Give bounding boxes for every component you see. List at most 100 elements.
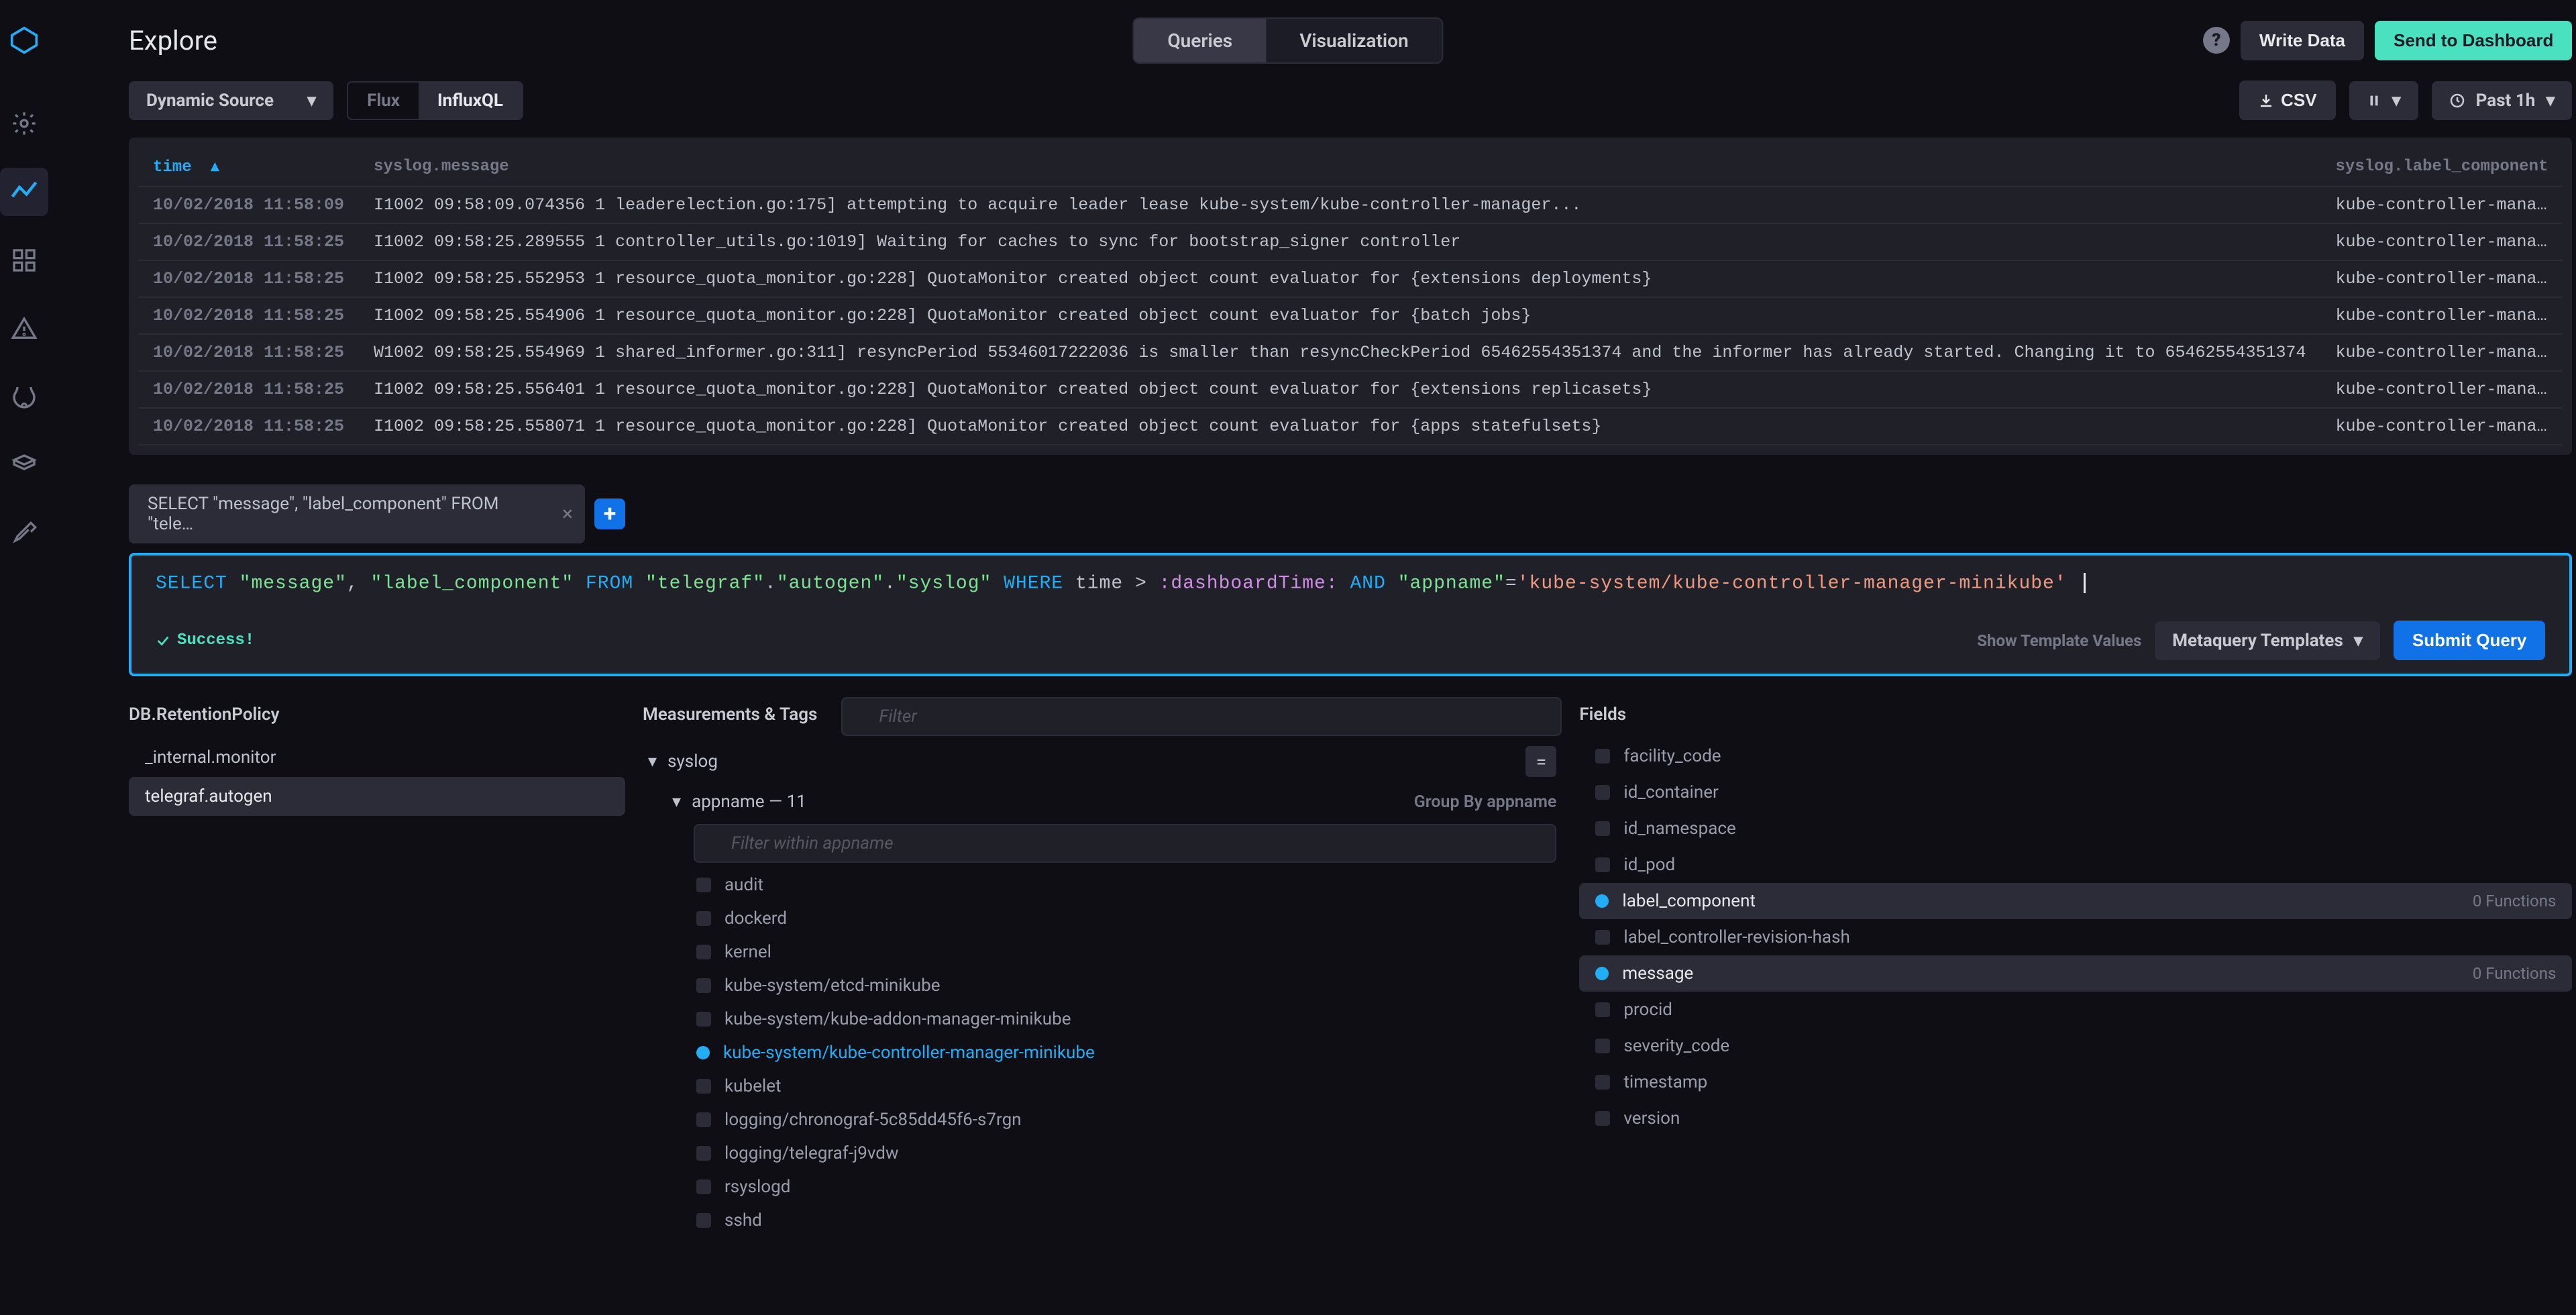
checkbox-icon bbox=[696, 1112, 711, 1127]
page-title: Explore bbox=[129, 25, 217, 56]
field-item[interactable]: id_namespace bbox=[1579, 810, 2572, 847]
results-table: time ▴ syslog.message syslog.label_compo… bbox=[129, 138, 2572, 455]
field-item[interactable]: label_component0 Functions bbox=[1579, 883, 2572, 919]
functions-count[interactable]: 0 Functions bbox=[2473, 892, 2557, 910]
col-component[interactable]: syslog.label_component bbox=[2321, 147, 2563, 187]
nav-logs-icon[interactable] bbox=[0, 373, 48, 421]
tag-value-item[interactable]: sshd bbox=[643, 1204, 1562, 1237]
col-message[interactable]: syslog.message bbox=[359, 147, 2320, 187]
db-item[interactable]: _internal.monitor bbox=[129, 738, 625, 777]
help-icon[interactable]: ? bbox=[2203, 27, 2230, 54]
visualization-tab[interactable]: Visualization bbox=[1266, 19, 1442, 62]
download-icon bbox=[2258, 93, 2274, 109]
query-language-toggle: Flux InfluxQL bbox=[347, 81, 523, 120]
checkbox-icon bbox=[696, 911, 711, 926]
table-row[interactable]: 10/02/2018 11:58:25I1002 09:58:25.552953… bbox=[138, 260, 2563, 297]
checkbox-icon bbox=[1595, 821, 1610, 836]
checkbox-icon bbox=[1595, 857, 1610, 872]
field-item[interactable]: facility_code bbox=[1579, 738, 2572, 774]
checkbox-icon bbox=[696, 1179, 711, 1194]
measurement-row[interactable]: ▾ syslog = bbox=[643, 738, 1562, 785]
query-tab[interactable]: SELECT "message", "label_component" FROM… bbox=[129, 484, 585, 543]
chevron-down-icon: ▾ bbox=[307, 91, 316, 111]
nav-explore-icon[interactable] bbox=[0, 168, 48, 216]
checkbox-icon bbox=[1595, 930, 1610, 945]
table-row[interactable]: 10/02/2018 11:58:25I1002 09:58:25.558071… bbox=[138, 408, 2563, 445]
time-range-dropdown[interactable]: Past 1h ▾ bbox=[2432, 81, 2573, 120]
nav-dashboards-icon[interactable] bbox=[0, 236, 48, 284]
field-item[interactable]: severity_code bbox=[1579, 1028, 2572, 1064]
checkbox-icon bbox=[1595, 1111, 1610, 1126]
influxql-option[interactable]: InfluxQL bbox=[419, 83, 522, 119]
checkbox-icon bbox=[1595, 749, 1610, 764]
checkbox-icon bbox=[1595, 1002, 1610, 1017]
field-item[interactable]: version bbox=[1579, 1100, 2572, 1137]
nav-admin-icon[interactable] bbox=[0, 441, 48, 490]
selected-dot-icon bbox=[1595, 894, 1609, 908]
table-row[interactable]: 10/02/2018 11:58:25I1002 09:58:25.289555… bbox=[138, 223, 2563, 260]
tag-value-item[interactable]: kube-system/kube-controller-manager-mini… bbox=[643, 1036, 1562, 1069]
checkbox-icon bbox=[1595, 1039, 1610, 1053]
tag-value-item[interactable]: rsyslogd bbox=[643, 1170, 1562, 1204]
table-row[interactable]: 10/02/2018 11:58:25I1002 09:58:25.554906… bbox=[138, 297, 2563, 334]
close-icon[interactable]: × bbox=[562, 503, 573, 526]
write-data-button[interactable]: Write Data bbox=[2241, 21, 2364, 60]
checkbox-icon bbox=[696, 1213, 711, 1228]
nav-host-icon[interactable] bbox=[0, 99, 48, 148]
nav-config-icon[interactable] bbox=[0, 510, 48, 558]
fields-panel: Fields facility_codeid_containerid_names… bbox=[1579, 695, 2572, 1315]
caret-down-icon: ▾ bbox=[648, 751, 657, 772]
source-dropdown[interactable]: Dynamic Source ▾ bbox=[129, 81, 333, 120]
table-row[interactable]: 10/02/2018 11:58:25W1002 09:58:25.554969… bbox=[138, 334, 2563, 371]
field-item[interactable]: timestamp bbox=[1579, 1064, 2572, 1100]
db-item[interactable]: telegraf.autogen bbox=[129, 777, 625, 816]
add-query-button[interactable]: + bbox=[594, 498, 625, 529]
metaquery-dropdown[interactable]: Metaquery Templates ▾ bbox=[2155, 621, 2380, 660]
field-item[interactable]: id_container bbox=[1579, 774, 2572, 810]
tag-value-item[interactable]: kernel bbox=[643, 935, 1562, 969]
tag-value-item[interactable]: kube-system/kube-addon-manager-minikube bbox=[643, 1002, 1562, 1036]
table-row[interactable]: 10/02/2018 11:58:25I1002 09:58:25.556401… bbox=[138, 371, 2563, 408]
table-row[interactable]: 10/02/2018 11:58:09I1002 09:58:09.074356… bbox=[138, 187, 2563, 223]
checkbox-icon bbox=[696, 1012, 711, 1027]
chevron-down-icon: ▾ bbox=[2546, 91, 2555, 111]
tag-value-item[interactable]: audit bbox=[643, 868, 1562, 902]
equals-button[interactable]: = bbox=[1525, 746, 1556, 777]
checkbox-icon bbox=[696, 878, 711, 892]
checkbox-icon bbox=[696, 945, 711, 959]
queries-tab[interactable]: Queries bbox=[1134, 19, 1266, 62]
measurements-panel: Measurements & Tags ▾ syslog = bbox=[625, 695, 1579, 1315]
group-by-button[interactable]: Group By appname bbox=[1414, 792, 1557, 812]
field-item[interactable]: id_pod bbox=[1579, 847, 2572, 883]
measurements-filter-input[interactable] bbox=[841, 697, 1562, 736]
tag-value-item[interactable]: logging/telegraf-j9vdw bbox=[643, 1137, 1562, 1170]
field-item[interactable]: label_controller-revision-hash bbox=[1579, 919, 2572, 955]
tag-value-item[interactable]: logging/chronograf-5c85dd45f6-s7rgn bbox=[643, 1103, 1562, 1137]
app-logo-icon[interactable] bbox=[0, 16, 48, 64]
tag-value-item[interactable]: kube-system/etcd-minikube bbox=[643, 969, 1562, 1002]
query-text-input[interactable]: SELECT "message", "label_component" FROM… bbox=[131, 556, 2569, 611]
col-time[interactable]: time ▴ bbox=[138, 147, 359, 187]
source-dropdown-label: Dynamic Source bbox=[146, 91, 274, 111]
query-editor: SELECT "message", "label_component" FROM… bbox=[129, 553, 2572, 676]
submit-query-button[interactable]: Submit Query bbox=[2394, 621, 2545, 660]
field-item[interactable]: procid bbox=[1579, 992, 2572, 1028]
flux-option[interactable]: Flux bbox=[348, 83, 419, 119]
tag-value-item[interactable]: kubelet bbox=[643, 1069, 1562, 1103]
tag-value-item[interactable]: dockerd bbox=[643, 902, 1562, 935]
tag-key-row[interactable]: ▾ appname — 11 Group By appname bbox=[643, 785, 1562, 819]
functions-count[interactable]: 0 Functions bbox=[2473, 964, 2557, 983]
checkbox-icon bbox=[1595, 1075, 1610, 1090]
left-nav bbox=[0, 0, 48, 1315]
show-template-values[interactable]: Show Template Values bbox=[1977, 631, 2141, 650]
topbar: Explore Queries Visualization ? Write Da… bbox=[48, 0, 2576, 81]
nav-alerts-icon[interactable] bbox=[0, 305, 48, 353]
appname-filter-input[interactable] bbox=[694, 824, 1556, 863]
csv-button[interactable]: CSV bbox=[2239, 81, 2335, 120]
refresh-dropdown[interactable]: ▾ bbox=[2349, 81, 2418, 120]
send-to-dashboard-button[interactable]: Send to Dashboard bbox=[2375, 21, 2572, 60]
selected-dot-icon bbox=[696, 1046, 710, 1059]
selected-dot-icon bbox=[1595, 967, 1609, 980]
checkbox-icon bbox=[696, 1146, 711, 1161]
field-item[interactable]: message0 Functions bbox=[1579, 955, 2572, 992]
